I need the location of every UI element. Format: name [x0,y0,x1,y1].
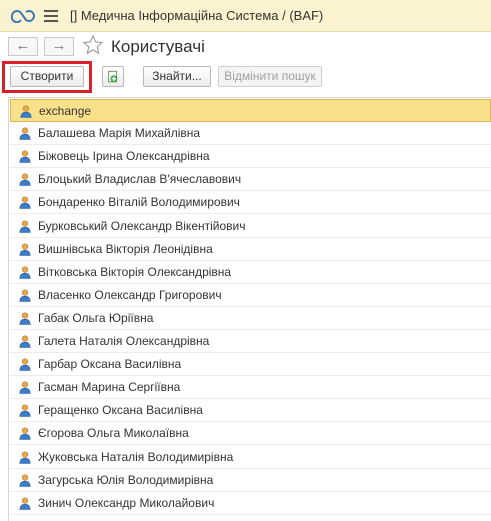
find-button[interactable]: Знайти... [143,66,211,87]
list-item[interactable]: Габак Ольга Юріївна [10,307,491,330]
hamburger-menu-icon[interactable] [44,10,58,22]
star-favorite-icon[interactable] [82,34,104,56]
list-item[interactable]: Гасман Марина Сергіївна [10,376,491,400]
user-name: Вітковська Вікторія Олександрівна [38,264,232,279]
list-item[interactable]: Жуковська Наталія Володимирівна [10,446,491,469]
user-name: Бондаренко Віталій Володимирович [38,195,240,210]
list-item[interactable]: Геращенко Оксана Василівна [10,399,491,423]
list-item[interactable]: Єгорова Ольга Миколаївна [10,422,491,446]
user-name: Блоцький Владислав В'ячеславович [38,172,242,187]
user-icon [19,150,31,163]
list-item[interactable]: Балашева Марія Михайлівна [10,122,491,146]
user-icon [19,450,31,464]
1c-logo-icon[interactable] [10,9,36,23]
user-icon [19,381,31,394]
list-item[interactable]: Гарбар Оксана Василівна [10,353,491,377]
page-title: Користувачі [111,37,205,56]
list-item[interactable]: Галета Наталія Олександрівна [10,330,491,353]
list-item[interactable]: Зинич Олександр Миколайович [10,492,491,515]
list-item[interactable]: Бондаренко Віталій Володимирович [10,191,491,215]
user-icon [19,358,31,371]
user-icon [19,335,31,348]
user-name: Загурська Юлія Володимирівна [38,472,214,487]
user-icon [19,289,31,302]
user-icon [19,196,31,210]
user-icon [19,474,31,487]
user-name: Вишнівська Вікторія Леонідівна [38,241,213,256]
user-icon [19,243,31,256]
user-icon [19,173,31,187]
cancel-search-button[interactable]: Відмінити пошук [218,66,322,87]
add-copy-icon [108,70,118,83]
top-bar: [] Медична Інформаційна Система / (BAF) [0,0,491,32]
user-name: Гарбар Оксана Василівна [38,357,182,372]
list-item[interactable]: Загурська Юлія Володимирівна [10,469,491,492]
user-name: Єгорова Ольга Миколаївна [38,426,189,441]
app-title: [] Медична Інформаційна Система / (BAF) [70,8,324,23]
user-name: Геращенко Оксана Василівна [38,403,203,418]
user-name: Жуковська Наталія Володимирівна [38,449,234,464]
user-name: exchange [39,104,92,118]
user-icon [20,105,32,118]
list-item[interactable]: Блоцький Владислав В'ячеславович [10,168,491,192]
user-icon [19,266,31,279]
user-icon [19,404,31,418]
list-item[interactable]: Вишнівська Вікторія Леонідівна [10,238,491,261]
list-item[interactable]: Біжовець Ірина Олександрівна [10,145,491,169]
user-icon [19,427,31,441]
user-name: Зинич Олександр Миколайович [38,495,215,510]
back-button[interactable]: ← [8,37,38,56]
user-name: Біжовець Ірина Олександрівна [38,149,210,164]
user-name: Габак Ольга Юріївна [38,310,154,325]
users-list: exchange Балашева Марія Михайлівна Біжовец… [8,97,491,521]
user-name: Галета Наталія Олександрівна [38,334,210,348]
add-copy-button[interactable] [102,66,124,87]
list-item[interactable]: Бурковський Олександр Вікентійович [10,215,491,238]
user-name: Бурковський Олександр Вікентійович [38,218,246,233]
create-button[interactable]: Створити [10,66,84,87]
user-icon [19,127,31,140]
list-item[interactable]: Власенко Олександр Григорович [10,284,491,307]
forward-button[interactable]: → [44,37,74,56]
list-item[interactable]: Вітковська Вікторія Олександрівна [10,261,491,284]
user-icon [19,219,31,233]
list-item[interactable]: exchange [10,99,491,122]
user-icon [19,497,31,510]
user-name: Власенко Олександр Григорович [38,287,222,302]
user-name: Балашева Марія Михайлівна [38,126,201,141]
user-icon [19,312,31,325]
user-name: Гасман Марина Сергіївна [38,380,181,395]
